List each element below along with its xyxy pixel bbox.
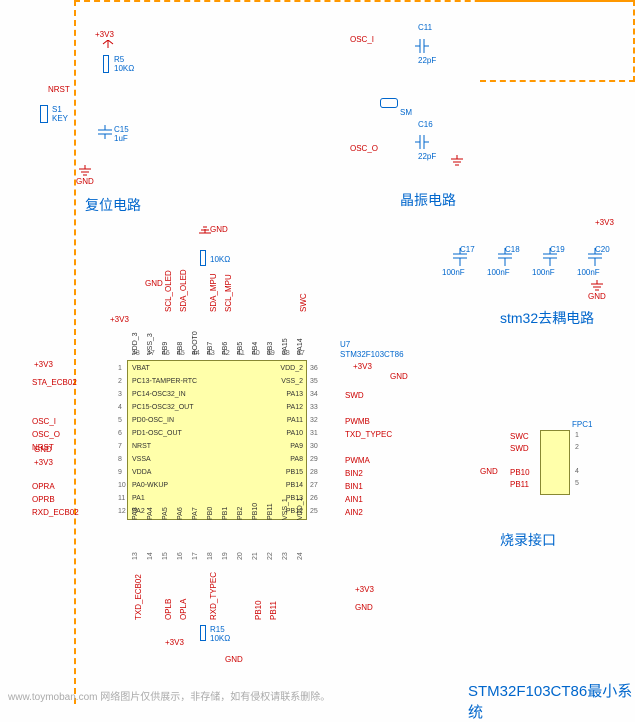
vcc-icon bbox=[101, 40, 115, 54]
page-title: STM32F103CT86最小系统 bbox=[468, 680, 635, 722]
r5-ref: R5 bbox=[114, 55, 124, 64]
crystal bbox=[380, 98, 398, 108]
mcu-3v3-r1: +3V3 bbox=[353, 362, 372, 371]
gnd-reset-lbl: GND bbox=[76, 177, 94, 186]
mcu-ref: U7 bbox=[340, 340, 350, 349]
cap-c16 bbox=[415, 132, 429, 152]
nrst-net: NRST bbox=[48, 85, 70, 94]
fpc-ref: FPC1 bbox=[572, 420, 592, 429]
r15 bbox=[200, 625, 206, 641]
c19-ref: C19 bbox=[550, 245, 565, 254]
swd-gnd: GND bbox=[480, 467, 498, 476]
r15-val: 10KΩ bbox=[210, 634, 230, 643]
switch-s1 bbox=[40, 105, 48, 123]
gnd-osc bbox=[450, 155, 464, 167]
reset-3v3: +3V3 bbox=[95, 30, 114, 39]
gnd-decouple-lbl: GND bbox=[588, 292, 606, 301]
boot-resistor bbox=[200, 250, 206, 266]
c16-ref: C16 bbox=[418, 120, 433, 129]
r5-val: 10KΩ bbox=[114, 64, 134, 73]
c17-ref: C17 bbox=[460, 245, 475, 254]
mcu-3v3-b: +3V3 bbox=[355, 585, 374, 594]
decouple-title: stm32去耦电路 bbox=[500, 308, 594, 328]
mcu-gnd-b1: GND bbox=[355, 603, 373, 612]
mcu-3v3-l2: +3V3 bbox=[34, 458, 53, 467]
c17-val: 100nF bbox=[442, 268, 465, 277]
decouple-3v3: +3V3 bbox=[595, 218, 614, 227]
c19-val: 100nF bbox=[532, 268, 555, 277]
swd-title: 烧录接口 bbox=[500, 530, 556, 550]
mcu-gnd-b2: GND bbox=[225, 655, 243, 664]
c11-ref: C11 bbox=[418, 23, 432, 32]
swd-conn bbox=[540, 430, 570, 495]
osc-i-net: OSC_I bbox=[350, 35, 374, 44]
r15-ref: R15 bbox=[210, 625, 225, 634]
c18-ref: C18 bbox=[505, 245, 520, 254]
c15-val: 1uF bbox=[114, 134, 128, 143]
c16-val: 22pF bbox=[418, 152, 436, 161]
c18-val: 100nF bbox=[487, 268, 510, 277]
c11-val: 22pF bbox=[418, 56, 436, 65]
mcu-gnd-r1: GND bbox=[390, 372, 408, 381]
gnd-reset bbox=[78, 165, 92, 177]
xtal-val: SM bbox=[400, 108, 412, 117]
border-top-right bbox=[480, 0, 635, 82]
s1-ref: S1 bbox=[52, 105, 62, 114]
mcu-3v3-l1: +3V3 bbox=[34, 360, 53, 369]
osc-o-net: OSC_O bbox=[350, 144, 378, 153]
cap-c15 bbox=[95, 125, 115, 139]
mcu-part: STM32F103CT86 bbox=[340, 350, 404, 359]
mcu-gnd-top-lbl: GND bbox=[145, 279, 163, 288]
osc-title: 晶振电路 bbox=[400, 190, 456, 210]
mcu-3v3-b2: +3V3 bbox=[165, 638, 184, 647]
gnd-decouple bbox=[590, 280, 604, 292]
reset-title: 复位电路 bbox=[85, 195, 141, 215]
watermark: www.toymoban.com 网络图片仅供展示，非存储，如有侵权请联系删除。 bbox=[8, 688, 330, 703]
cap-c11 bbox=[415, 36, 429, 56]
boot-res-val: 10KΩ bbox=[210, 255, 230, 264]
c20-ref: C20 bbox=[595, 245, 610, 254]
resistor-r5 bbox=[103, 55, 109, 73]
c20-val: 100nF bbox=[577, 268, 600, 277]
s1-val: KEY bbox=[52, 114, 68, 123]
gnd-mcu-top-lbl: GND bbox=[210, 225, 228, 234]
c15-ref: C15 bbox=[114, 125, 129, 134]
mcu-3v3-top-lbl: +3V3 bbox=[110, 315, 129, 324]
